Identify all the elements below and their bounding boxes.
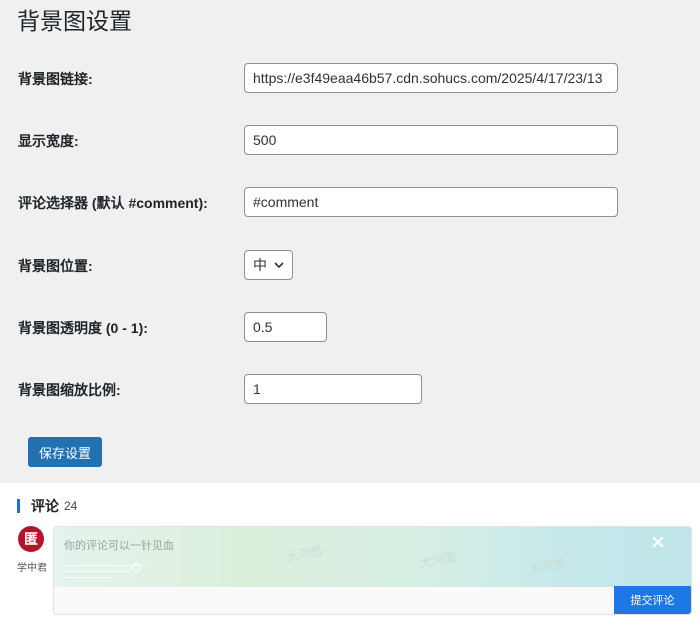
banner-watermark: 大河图 — [285, 543, 324, 565]
comments-count: 24 — [64, 499, 78, 513]
banner-circle-decoration — [132, 563, 141, 572]
comments-title: 评论 — [31, 498, 59, 514]
display-width-input[interactable] — [244, 125, 618, 155]
comment-placeholder: 你的评论可以一针见血 — [64, 540, 174, 552]
page-title: 背景图设置 — [17, 8, 132, 34]
bg-position-select[interactable]: 中 — [244, 250, 293, 280]
bg-scale-input[interactable] — [244, 374, 422, 404]
save-settings-button[interactable]: 保存设置 — [28, 437, 102, 467]
bg-opacity-input[interactable] — [244, 312, 327, 342]
comment-selector-input[interactable] — [244, 187, 618, 217]
settings-panel: 背景图设置 背景图链接: 显示宽度: 评论选择器 (默认 #comment): … — [0, 0, 700, 483]
banner-watermark: 大河图 — [528, 555, 567, 577]
bg-scale-label: 背景图缩放比例: — [18, 382, 121, 398]
bg-position-label: 背景图位置: — [18, 258, 93, 274]
display-width-label: 显示宽度: — [18, 133, 79, 149]
banner-line — [64, 577, 112, 578]
comments-accent-bar — [17, 499, 20, 513]
comment-banner-background: 大河图 大河图 大河图 — [54, 527, 691, 587]
chevron-down-icon — [274, 262, 284, 269]
comments-header: 评论 24 — [17, 496, 77, 516]
comment-box[interactable]: 大河图 大河图 大河图 你的评论可以一针见血 提交评论 — [53, 526, 692, 615]
avatar[interactable]: 匿 — [18, 526, 44, 552]
banner-line — [64, 571, 130, 572]
bg-url-input[interactable] — [244, 63, 618, 93]
bg-url-label: 背景图链接: — [18, 71, 93, 87]
banner-watermark: 大河图 — [419, 549, 458, 571]
avatar-user-name: 学中君 — [17, 563, 47, 574]
comment-selector-label: 评论选择器 (默认 #comment): — [18, 195, 208, 211]
bg-opacity-label: 背景图透明度 (0 - 1): — [18, 320, 148, 336]
submit-comment-button[interactable]: 提交评论 — [614, 586, 691, 614]
bg-position-selected-value: 中 — [253, 257, 267, 273]
close-icon[interactable] — [651, 535, 665, 549]
